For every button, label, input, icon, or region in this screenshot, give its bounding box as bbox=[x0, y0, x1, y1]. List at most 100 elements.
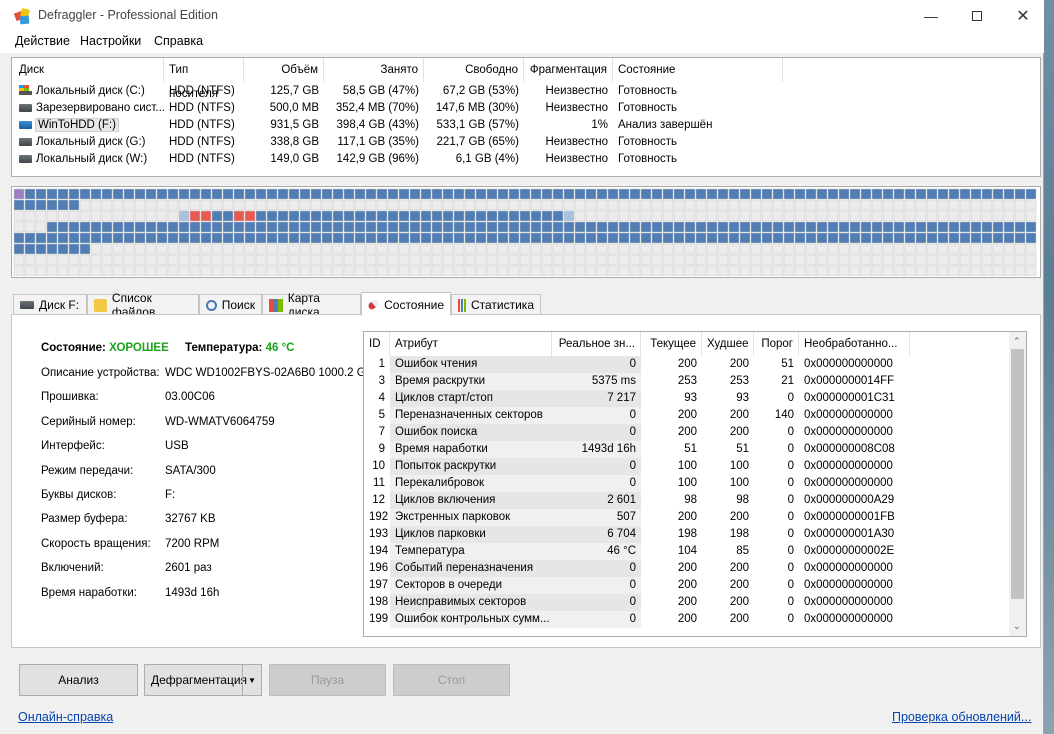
col-real-value[interactable]: Реальное зн... bbox=[552, 332, 641, 356]
disk-block bbox=[387, 265, 399, 276]
scroll-thumb[interactable] bbox=[1011, 349, 1024, 599]
smart-row[interactable]: 1 Ошибок чтения 0 200 200 51 0x000000000000 bbox=[364, 356, 911, 373]
smart-row[interactable]: 193 Циклов парковки 6 704 198 198 0 0x00000000… bbox=[364, 526, 911, 543]
check-updates-link[interactable]: Проверка обновлений... bbox=[892, 710, 1031, 724]
smart-row[interactable]: 199 Ошибок контрольных сумм... 0 200 200 0 0x0… bbox=[364, 611, 911, 628]
smart-row[interactable]: 7 Ошибок поиска 0 200 200 0 0x000000000000 bbox=[364, 424, 911, 441]
disk-block bbox=[1014, 254, 1026, 266]
drive-row[interactable]: Зарезервировано сист... HDD (NTFS) 500,0… bbox=[12, 100, 1040, 117]
scroll-down-icon[interactable]: ⌄ bbox=[1013, 621, 1021, 632]
disk-block bbox=[1025, 265, 1037, 276]
disk-block bbox=[310, 265, 322, 276]
disk-block bbox=[706, 188, 718, 200]
disk-block bbox=[211, 210, 223, 222]
drive-row[interactable]: Локальный диск (C:) HDD (NTFS) 125,7 GB … bbox=[12, 83, 1040, 100]
smart-row[interactable]: 4 Циклов старт/стоп 7 217 93 93 0 0x000000001C… bbox=[364, 390, 911, 407]
col-raw[interactable]: Необработанно... bbox=[799, 332, 910, 356]
col-disk[interactable]: Диск bbox=[14, 58, 164, 82]
smart-cell: 0 bbox=[552, 560, 641, 577]
disk-block bbox=[101, 265, 113, 276]
dropdown-arrow-icon[interactable]: ▼ bbox=[242, 665, 261, 695]
disk-block bbox=[1025, 232, 1037, 244]
tab-search[interactable]: Поиск bbox=[199, 294, 262, 315]
smart-row[interactable]: 12 Циклов включения 2 601 98 98 0 0x000000000A… bbox=[364, 492, 911, 509]
smart-row[interactable]: 9 Время наработки 1493d 16h 51 51 0 0x00000000… bbox=[364, 441, 911, 458]
smart-row[interactable]: 194 Температура 46 °C 104 85 0 0x00000000002E bbox=[364, 543, 911, 560]
disk-block bbox=[288, 188, 300, 200]
disk-block bbox=[541, 210, 553, 222]
smart-row[interactable] bbox=[364, 628, 911, 636]
smart-table[interactable]: ID Атрибут Реальное зн... Текущее Худшее… bbox=[363, 331, 1027, 637]
menu-settings[interactable]: Настройки bbox=[80, 34, 141, 48]
disk-block bbox=[882, 243, 894, 255]
scroll-up-icon[interactable]: ⌃ bbox=[1013, 336, 1021, 347]
smart-cell: 11 bbox=[373, 477, 385, 489]
disk-block bbox=[651, 232, 663, 244]
drive-row[interactable]: Локальный диск (G:) HDD (NTFS) 338,8 GB … bbox=[12, 134, 1040, 151]
disk-block bbox=[673, 221, 685, 233]
smart-row[interactable]: 3 Время раскрутки 5375 ms 253 253 21 0x0000000… bbox=[364, 373, 911, 390]
col-size[interactable]: Объём bbox=[244, 58, 324, 82]
disk-block bbox=[915, 221, 927, 233]
drive-row[interactable]: Локальный диск (W:) HDD (NTFS) 149,0 GB … bbox=[12, 151, 1040, 168]
analyze-button[interactable]: Анализ bbox=[19, 664, 138, 696]
col-media-type[interactable]: Тип носителя bbox=[164, 58, 244, 100]
disk-block bbox=[860, 199, 872, 211]
tab-health[interactable]: Состояние bbox=[361, 292, 451, 316]
smart-row[interactable]: 5 Переназначенных секторов 0 200 200 140 0x000… bbox=[364, 407, 911, 424]
tab-disk-map[interactable]: Карта диска bbox=[262, 291, 361, 319]
drive-list-header: Диск Тип носителя Объём Занято Свободно … bbox=[12, 58, 1040, 100]
smart-row[interactable]: 196 Событий переназначения 0 200 200 0 0x00000… bbox=[364, 560, 911, 577]
col-fragmentation[interactable]: Фрагментация bbox=[524, 58, 613, 82]
stop-button[interactable]: Стоп bbox=[393, 664, 510, 696]
disk-block bbox=[255, 232, 267, 244]
menu-help[interactable]: Справка bbox=[154, 34, 203, 48]
col-current[interactable]: Текущее bbox=[641, 332, 702, 356]
menu-action[interactable]: Действие bbox=[15, 34, 70, 48]
col-used[interactable]: Занято bbox=[324, 58, 424, 82]
col-status[interactable]: Состояние bbox=[613, 58, 783, 82]
tab-drive[interactable]: Диск F: bbox=[13, 294, 87, 315]
disk-block bbox=[904, 210, 916, 222]
disk-block bbox=[497, 199, 509, 211]
drive-row-selected[interactable]: WinToHDD (F:) HDD (NTFS) 931,5 GB 398,4 … bbox=[12, 117, 1040, 134]
folder-icon bbox=[94, 298, 107, 312]
disk-block bbox=[915, 243, 927, 255]
disk-block bbox=[893, 199, 905, 211]
defrag-button[interactable]: Дефрагментация ▼ bbox=[144, 664, 262, 696]
smart-cell: 0x000000000000 bbox=[804, 562, 893, 574]
vertical-scrollbar[interactable]: ⌃ ⌄ bbox=[1009, 332, 1026, 636]
disk-block bbox=[354, 210, 366, 222]
pause-button[interactable]: Пауза bbox=[269, 664, 386, 696]
smart-cell: 200 bbox=[677, 562, 697, 574]
col-worst[interactable]: Худшее bbox=[702, 332, 754, 356]
disk-block bbox=[508, 254, 520, 266]
close-button[interactable]: ✕ bbox=[1000, 0, 1046, 31]
smart-row[interactable]: 197 Секторов в очереди 0 200 200 0 0x000000000… bbox=[364, 577, 911, 594]
disk-block bbox=[233, 243, 245, 255]
disk-block bbox=[662, 188, 674, 200]
col-attribute[interactable]: Атрибут bbox=[390, 332, 552, 356]
smart-row[interactable]: 10 Попыток раскрутки 0 100 100 0 0x00000000000… bbox=[364, 458, 911, 475]
disk-block-map[interactable] bbox=[11, 186, 1041, 278]
online-help-link[interactable]: Онлайн-справка bbox=[18, 710, 113, 724]
disk-block bbox=[860, 265, 872, 276]
drive-used: 398,4 GB (43%) bbox=[336, 119, 419, 131]
maximize-button[interactable] bbox=[954, 0, 1000, 31]
tab-statistics[interactable]: Статистика bbox=[451, 294, 541, 315]
smart-row[interactable]: 11 Перекалибровок 0 100 100 0 0x000000000000 bbox=[364, 475, 911, 492]
disk-block bbox=[453, 199, 465, 211]
smart-row[interactable]: 192 Экстренных парковок 507 200 200 0 0x000000… bbox=[364, 509, 911, 526]
drive-size: 500,0 MB bbox=[269, 102, 319, 114]
col-free[interactable]: Свободно bbox=[424, 58, 524, 82]
smart-row[interactable]: 198 Неисправимых секторов 0 200 200 0 0x000000… bbox=[364, 594, 911, 611]
disk-block bbox=[541, 221, 553, 233]
disk-block bbox=[805, 221, 817, 233]
disk-block bbox=[893, 243, 905, 255]
smart-cell: 199 bbox=[369, 613, 389, 625]
minimize-button[interactable]: — bbox=[908, 0, 954, 31]
col-threshold[interactable]: Порог bbox=[754, 332, 799, 356]
tab-file-list[interactable]: Список файлов bbox=[87, 291, 199, 319]
col-id[interactable]: ID bbox=[364, 332, 390, 356]
disk-block bbox=[200, 199, 212, 211]
